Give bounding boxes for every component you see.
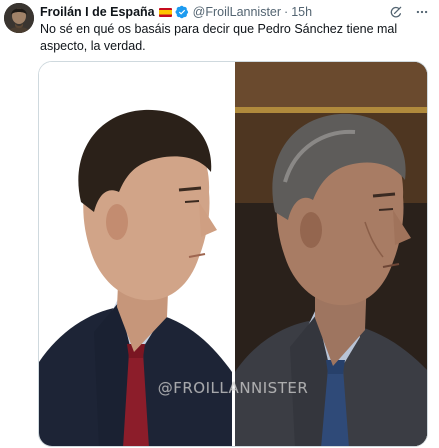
avatar-image [4, 3, 34, 33]
separator-dot: · [284, 5, 289, 19]
tweet[interactable]: Froilán I de España @FroilLannister · 15… [0, 0, 439, 448]
grok-icon[interactable] [387, 4, 405, 20]
tweet-header: Froilán I de España @FroilLannister · 15… [40, 4, 431, 20]
more-options-icon[interactable] [413, 4, 431, 20]
spain-flag-icon [158, 7, 172, 17]
avatar[interactable] [4, 3, 34, 33]
tweet-media[interactable]: @FROILLANNISTER [38, 61, 428, 447]
tweet-text: No sé en qué os basáis para decir que Pe… [40, 22, 398, 53]
tweet-timestamp[interactable]: 15h [291, 4, 312, 20]
verified-badge-icon[interactable] [175, 5, 189, 19]
author-display-name[interactable]: Froilán I de España [40, 4, 155, 20]
media-watermark: @FROILLANNISTER [157, 379, 309, 397]
author-handle[interactable]: @FroilLannister [193, 4, 281, 20]
